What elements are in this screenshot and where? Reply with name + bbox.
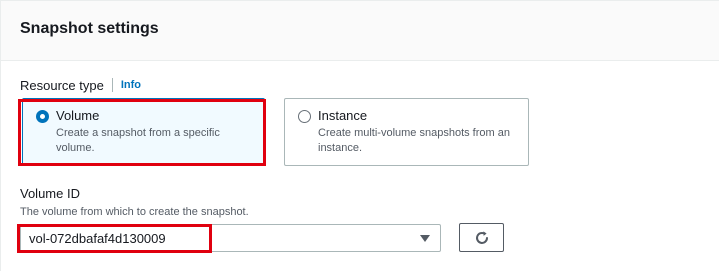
volume-id-description: The volume from which to create the snap…: [20, 206, 249, 218]
volume-id-select[interactable]: vol-072dbafaf4d130009: [20, 224, 441, 252]
snapshot-settings-panel: Snapshot settings Resource type Info Vol…: [0, 0, 719, 271]
refresh-button[interactable]: [459, 223, 504, 252]
resource-type-label-row: Resource type Info: [20, 77, 141, 93]
volume-id-selected-value: vol-072dbafaf4d130009: [29, 231, 166, 246]
volume-id-label: Volume ID: [20, 186, 80, 201]
panel-title: Snapshot settings: [20, 20, 159, 37]
refresh-icon: [475, 230, 488, 244]
info-link[interactable]: Info: [121, 79, 141, 91]
caret-down-icon: [420, 235, 430, 242]
panel-header: Snapshot settings: [1, 1, 719, 61]
instance-radio[interactable]: [298, 110, 311, 123]
volume-radio[interactable]: [36, 110, 49, 123]
volume-tile-title: Volume: [56, 108, 100, 123]
instance-tile-title: Instance: [318, 108, 368, 123]
resource-type-label: Resource type: [20, 77, 104, 93]
instance-tile-description: Create multi-volume snapshots from an in…: [318, 127, 510, 154]
volume-tile-description: Create a snapshot from a specific volume…: [56, 127, 220, 154]
label-divider: [111, 78, 113, 92]
resource-type-tile-instance[interactable]: Instance Create multi-volume snapshots f…: [284, 98, 529, 166]
resource-type-tile-volume[interactable]: Volume Create a snapshot from a specific…: [22, 98, 265, 166]
